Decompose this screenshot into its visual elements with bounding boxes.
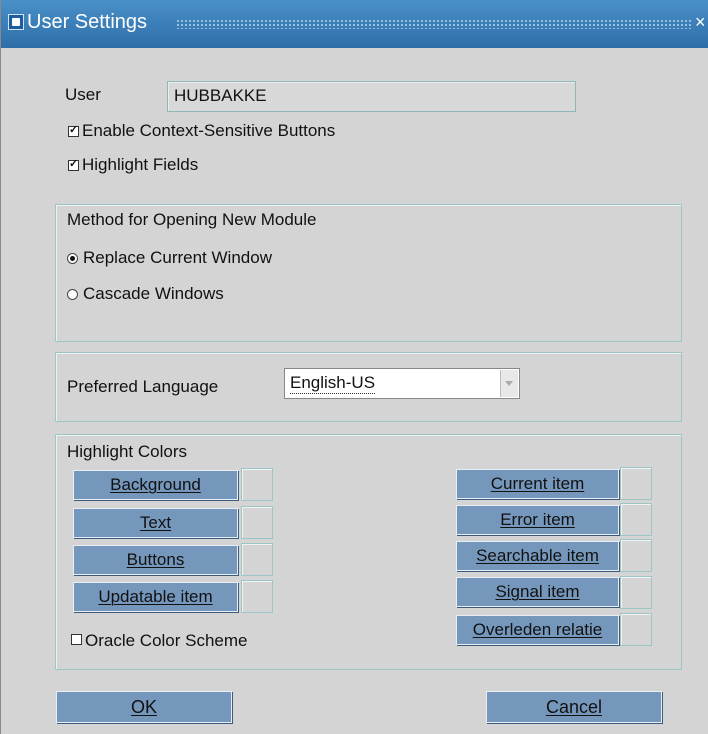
highlight-fields-label: Highlight Fields <box>82 155 199 174</box>
signal-item-color-swatch[interactable] <box>620 576 652 609</box>
cascade-windows-radio[interactable] <box>67 289 78 300</box>
highlight-colors-title: Highlight Colors <box>67 442 187 461</box>
text-color-button[interactable]: Text <box>73 508 238 538</box>
searchable-item-color-swatch[interactable] <box>620 539 652 572</box>
close-icon[interactable]: × <box>695 8 706 36</box>
oracle-color-scheme-label: Oracle Color Scheme <box>85 631 248 650</box>
error-item-color-button[interactable]: Error item <box>456 505 619 535</box>
signal-item-color-button[interactable]: Signal item <box>456 577 619 607</box>
module-method-title: Method for Opening New Module <box>67 210 317 229</box>
user-settings-dialog: User Settings × User HUBBAKKE Enable Con… <box>0 0 708 734</box>
error-item-color-swatch[interactable] <box>620 503 652 536</box>
current-item-color-swatch[interactable] <box>620 467 652 500</box>
module-method-group: Method for Opening New Module Replace Cu… <box>55 204 682 342</box>
context-buttons-label: Enable Context-Sensitive Buttons <box>82 121 336 140</box>
preferred-language-label: Preferred Language <box>67 377 219 396</box>
searchable-item-color-button[interactable]: Searchable item <box>456 541 619 571</box>
oracle-color-scheme-checkbox[interactable] <box>71 634 82 645</box>
highlight-fields-checkbox[interactable] <box>68 157 79 171</box>
buttons-color-swatch[interactable] <box>241 543 273 576</box>
title-bar[interactable]: User Settings × <box>1 0 708 48</box>
cascade-windows-label: Cascade Windows <box>83 284 224 303</box>
window-title: User Settings <box>27 11 148 33</box>
user-value: HUBBAKKE <box>174 86 267 105</box>
ok-button[interactable]: OK <box>56 691 232 723</box>
overleden-relatie-color-swatch[interactable] <box>620 613 652 646</box>
text-color-swatch[interactable] <box>241 506 273 539</box>
cancel-button[interactable]: Cancel <box>486 691 662 723</box>
replace-window-label: Replace Current Window <box>83 248 272 267</box>
app-icon <box>8 14 24 30</box>
title-bar-grip <box>176 19 691 29</box>
current-item-color-button[interactable]: Current item <box>456 469 619 499</box>
user-label: User <box>65 85 101 104</box>
language-select[interactable]: English-US <box>284 368 520 399</box>
overleden-relatie-color-button[interactable]: Overleden relatie <box>456 615 619 645</box>
updatable-item-color-swatch[interactable] <box>241 580 273 613</box>
background-color-swatch[interactable] <box>241 468 273 501</box>
buttons-color-button[interactable]: Buttons <box>73 545 238 575</box>
replace-window-radio[interactable] <box>67 253 78 264</box>
context-buttons-checkbox[interactable] <box>68 123 79 137</box>
chevron-down-icon[interactable] <box>500 370 518 397</box>
background-color-button[interactable]: Background <box>73 470 238 500</box>
updatable-item-color-button[interactable]: Updatable item <box>73 582 238 612</box>
language-value: English-US <box>290 373 376 394</box>
user-field[interactable]: HUBBAKKE <box>167 81 576 112</box>
